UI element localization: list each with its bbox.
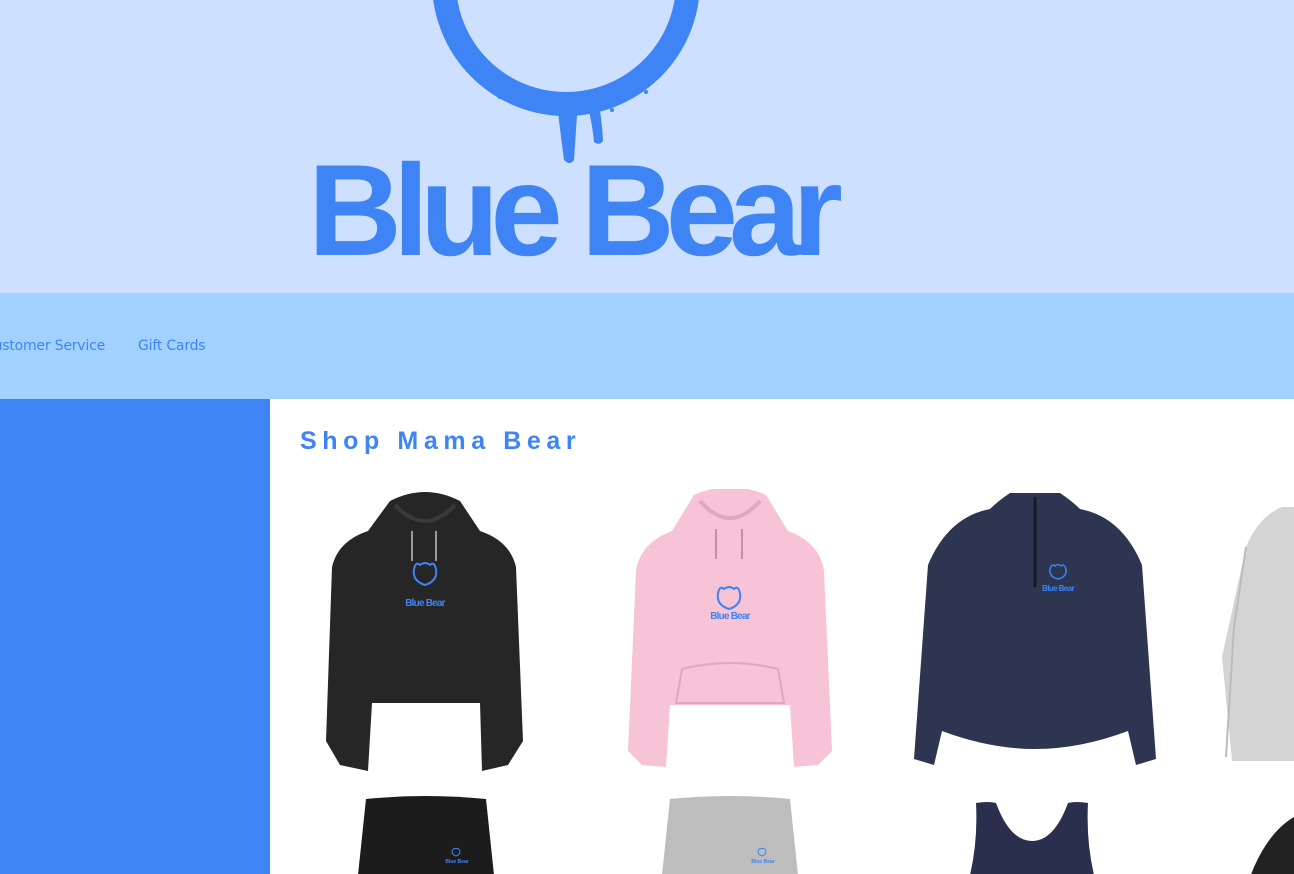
svg-text:Blue Bear: Blue Bear [445, 859, 468, 865]
grey-long-sleeve-image [1222, 507, 1294, 761]
sidebar [0, 399, 270, 874]
product-card-black-sweatpants[interactable]: Blue Bear [356, 795, 496, 874]
svg-text:Blue Bear: Blue Bear [1042, 584, 1074, 593]
product-card-navy-tank-top[interactable] [962, 799, 1102, 874]
svg-text:Blue Bear: Blue Bear [405, 598, 445, 609]
black-hoodie-image: Blue Bear [326, 492, 523, 771]
product-card-navy-quarter-zip[interactable]: Blue Bear [910, 487, 1160, 777]
product-card-grey-sweatpants[interactable]: Blue Bear [660, 795, 800, 874]
nav-link-customer-service[interactable]: Customer Service [0, 338, 105, 354]
product-card-pink-hoodie[interactable]: Blue Bear [622, 489, 838, 774]
svg-text:Blue Bear: Blue Bear [710, 611, 750, 622]
product-card-grey-long-sleeve[interactable] [1222, 507, 1294, 767]
main-nav: Customer Service Gift Cards [0, 293, 1294, 399]
section-title: Shop Mama Bear [300, 427, 582, 455]
main-content: Shop Mama Bear Blue Bear Blue Bear Blue … [270, 399, 1294, 874]
svg-text:Blue Bear: Blue Bear [751, 859, 774, 865]
nav-link-gift-cards[interactable]: Gift Cards [138, 338, 206, 354]
product-card-black-hoodie[interactable]: Blue Bear [320, 489, 530, 774]
grey-sweatpants-image: Blue Bear [662, 796, 798, 874]
brand-wordmark: Blue Bear [308, 137, 843, 283]
black-top-image [1251, 817, 1294, 874]
site-header: Blue Bear [0, 0, 1294, 293]
navy-quarter-zip-image: Blue Bear [914, 493, 1156, 765]
pink-hoodie-image: Blue Bear [628, 489, 832, 767]
product-card-black-top[interactable] [1250, 817, 1294, 874]
black-sweatpants-image: Blue Bear [358, 796, 494, 874]
navy-tank-top-image [970, 802, 1094, 874]
